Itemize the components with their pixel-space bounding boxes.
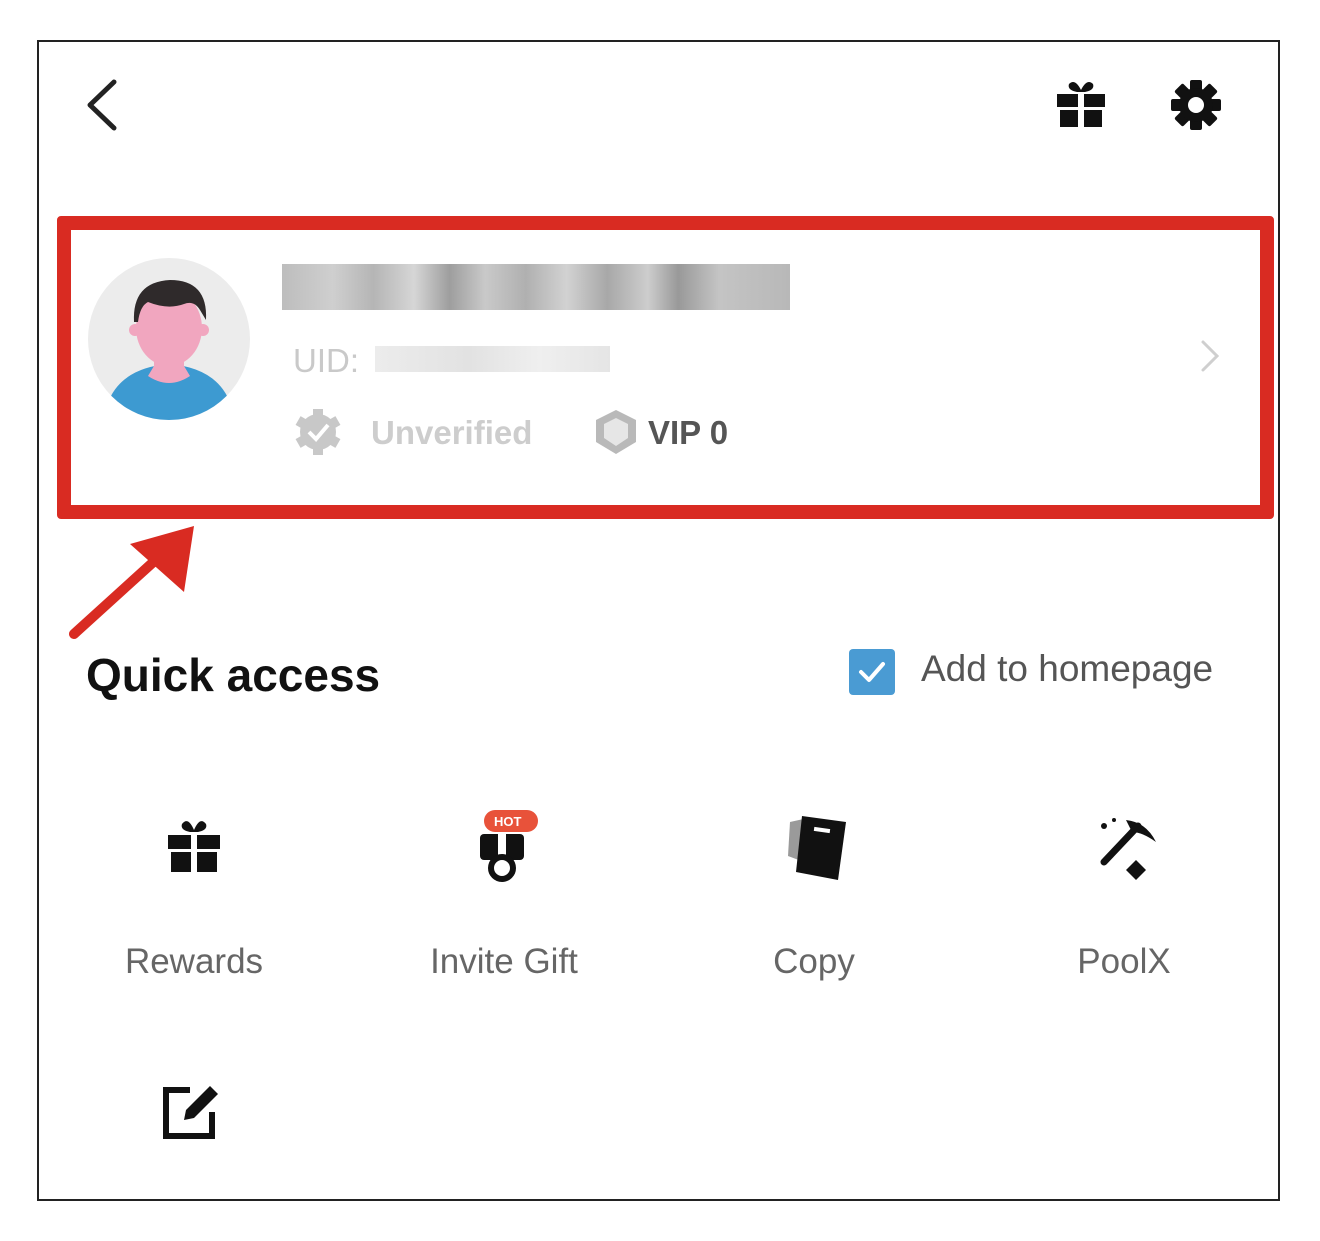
add-to-homepage-label[interactable]: Add to homepage <box>921 648 1213 690</box>
gift-icon <box>1057 82 1105 127</box>
quick-access-poolx[interactable]: PoolX <box>1004 800 1244 1000</box>
settings-button[interactable] <box>1170 79 1222 131</box>
quick-access-edit[interactable] <box>130 1070 250 1170</box>
invite-gift-label: Invite Gift <box>430 942 578 981</box>
edit-icon-wrap <box>160 1082 222 1142</box>
edit-icon <box>163 1086 218 1139</box>
rewards-label: Rewards <box>124 942 264 981</box>
copy-trade-icon <box>788 816 846 880</box>
checkmark-icon <box>859 662 885 682</box>
app-screen <box>37 40 1280 1201</box>
gift-icon <box>168 821 220 872</box>
copy-label: Copy <box>773 942 855 981</box>
quick-access-invite-gift[interactable]: HOT Invite Gift <box>384 800 624 1000</box>
back-button[interactable] <box>82 78 122 132</box>
poolx-icon-wrap <box>1096 816 1160 884</box>
pickaxe-icon <box>1100 818 1156 880</box>
quick-access-rewards[interactable]: Rewards <box>74 800 314 1000</box>
quick-access-copy[interactable]: Copy <box>694 800 934 1000</box>
gift-button[interactable] <box>1055 80 1107 128</box>
hot-badge: HOT <box>494 814 522 829</box>
add-to-homepage-checkbox[interactable] <box>849 649 895 695</box>
copy-icon-wrap <box>786 812 850 882</box>
highlight-box <box>57 216 1274 519</box>
poolx-label: PoolX <box>1077 942 1171 981</box>
quick-access-title: Quick access <box>86 649 381 701</box>
gear-icon <box>1171 80 1221 130</box>
rewards-icon-wrap <box>166 818 222 874</box>
chevron-left-icon <box>87 79 117 131</box>
annotation-arrow-icon <box>69 526 194 639</box>
